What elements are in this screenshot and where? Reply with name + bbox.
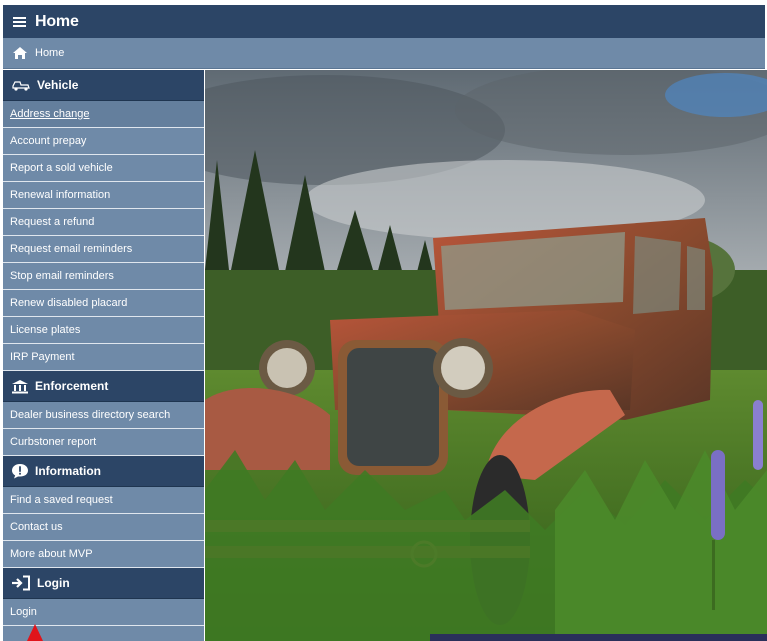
home-icon: [13, 47, 27, 59]
section-header-vehicle: Vehicle: [3, 70, 204, 101]
sidebar-item-license-plates[interactable]: License plates: [3, 317, 204, 344]
sidebar-item-stop-email-reminders[interactable]: Stop email reminders: [3, 263, 204, 290]
sidebar-item-more-about-mvp[interactable]: More about MVP: [3, 541, 204, 568]
section-header-login: Login: [3, 568, 204, 599]
sidebar-item-request-refund[interactable]: Request a refund: [3, 209, 204, 236]
section-header-label: Vehicle: [37, 78, 79, 92]
hamburger-menu-button[interactable]: [3, 5, 35, 38]
breadcrumb: Home: [3, 38, 765, 69]
car-icon: [12, 80, 30, 91]
sidebar-nav: Vehicle Address change Account prepay Re…: [3, 70, 204, 641]
sidebar-item-irp-payment[interactable]: IRP Payment: [3, 344, 204, 371]
sidebar-item-renewal-information[interactable]: Renewal information: [3, 182, 204, 209]
sidebar-item-dealer-directory-search[interactable]: Dealer business directory search: [3, 402, 204, 429]
section-header-label: Information: [35, 464, 101, 478]
section-header-label: Login: [37, 576, 70, 590]
courthouse-icon: [12, 379, 28, 393]
section-header-label: Enforcement: [35, 379, 109, 393]
sidebar-item-curbstoner-report[interactable]: Curbstoner report: [3, 429, 204, 456]
sidebar-item-address-change[interactable]: Address change: [3, 101, 204, 128]
sidebar-item-contact-us[interactable]: Contact us: [3, 514, 204, 541]
hero-photo-truck: [205, 70, 767, 641]
hero-image: [205, 70, 767, 641]
info-bubble-icon: [12, 464, 28, 479]
footer-strip: [430, 634, 767, 641]
section-header-information: Information: [3, 456, 204, 487]
sign-in-icon: [12, 575, 30, 591]
sidebar-item-account-prepay[interactable]: Account prepay: [3, 128, 204, 155]
sidebar-item-find-saved-request[interactable]: Find a saved request: [3, 487, 204, 514]
sidebar-item-request-email-reminders[interactable]: Request email reminders: [3, 236, 204, 263]
sidebar-item-renew-disabled-placard[interactable]: Renew disabled placard: [3, 290, 204, 317]
sidebar-item-report-sold-vehicle[interactable]: Report a sold vehicle: [3, 155, 204, 182]
breadcrumb-home-link[interactable]: Home: [35, 47, 64, 59]
page-title: Home: [35, 12, 79, 30]
top-header: Home: [3, 5, 765, 38]
section-header-enforcement: Enforcement: [3, 371, 204, 402]
hamburger-icon: [12, 16, 26, 27]
sidebar-item-login[interactable]: Login: [3, 599, 204, 626]
cursor-pointer-marker: [27, 624, 43, 641]
